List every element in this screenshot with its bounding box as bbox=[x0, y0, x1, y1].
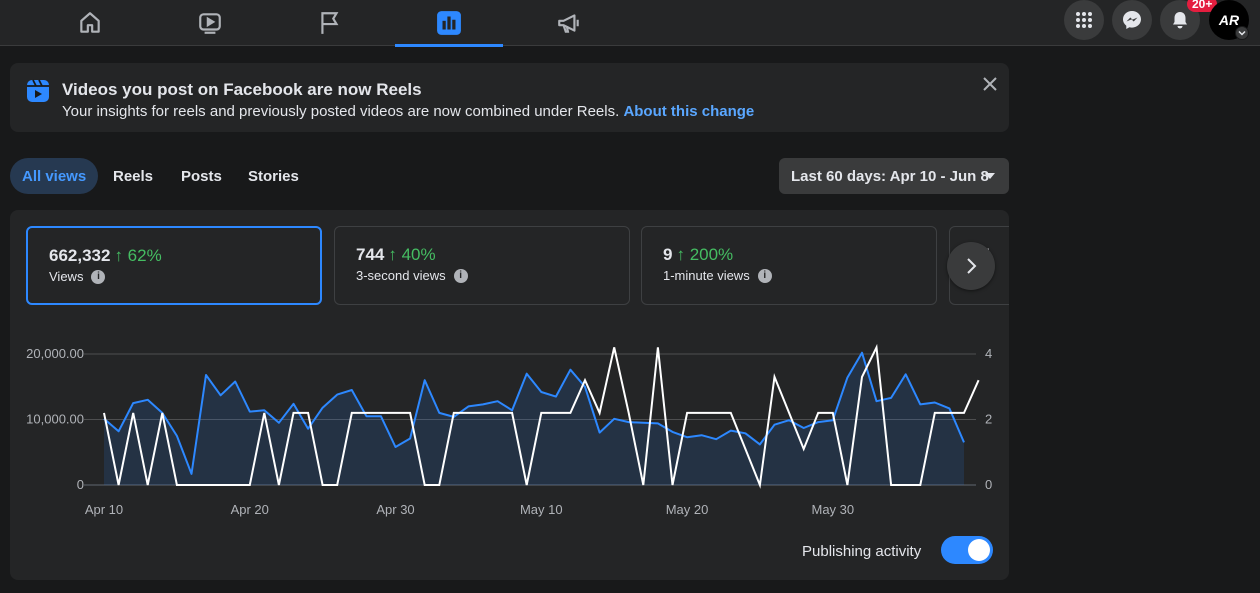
reels-info-banner: Videos you post on Facebook are now Reel… bbox=[10, 63, 1009, 132]
y-right-tick-label: 4 bbox=[985, 346, 992, 361]
nav-ads-tab[interactable] bbox=[515, 0, 623, 46]
publishing-activity-toggle[interactable] bbox=[941, 536, 993, 564]
video-icon bbox=[199, 13, 221, 34]
tab-stories[interactable]: Stories bbox=[236, 158, 311, 194]
insights-icon bbox=[437, 11, 461, 35]
chevron-down-icon bbox=[1238, 30, 1246, 36]
banner-close-button[interactable] bbox=[979, 73, 1001, 95]
top-nav: 20+ AR bbox=[0, 0, 1260, 47]
x-tick-label: Apr 10 bbox=[85, 502, 123, 517]
account-menu-chevron[interactable] bbox=[1235, 26, 1249, 40]
messenger-button[interactable] bbox=[1112, 0, 1152, 40]
banner-description: Your insights for reels and previously p… bbox=[62, 103, 620, 120]
about-this-change-link[interactable]: About this change bbox=[623, 103, 754, 120]
menu-button[interactable] bbox=[1064, 0, 1104, 40]
y-left-tick-label: 10,000.00 bbox=[26, 412, 84, 427]
banner-title: Videos you post on Facebook are now Reel… bbox=[62, 80, 422, 99]
megaphone-icon bbox=[558, 14, 579, 33]
y-right-tick-label: 0 bbox=[985, 477, 992, 492]
x-tick-label: Apr 20 bbox=[231, 502, 269, 517]
y-left-tick-label: 20,000.00 bbox=[26, 346, 84, 361]
date-range-label: Last 60 days: Apr 10 - Jun 8 bbox=[791, 167, 989, 185]
home-icon bbox=[80, 12, 100, 33]
date-range-selector[interactable]: Last 60 days: Apr 10 - Jun 8 bbox=[779, 158, 1009, 194]
close-icon bbox=[983, 77, 997, 91]
grid-menu-icon bbox=[1076, 12, 1092, 28]
x-tick-label: Apr 30 bbox=[376, 502, 414, 517]
y-right-tick-label: 2 bbox=[985, 412, 992, 427]
nav-home-tab[interactable] bbox=[36, 0, 144, 46]
tab-reels[interactable]: Reels bbox=[101, 158, 165, 194]
x-tick-label: May 30 bbox=[811, 502, 854, 517]
insights-panel: 662,332 ↑ 62% Views i 744 ↑ 40% 3-second vi… bbox=[10, 210, 1009, 580]
publishing-activity-label: Publishing activity bbox=[802, 543, 922, 560]
x-tick-label: May 20 bbox=[666, 502, 709, 517]
nav-video-tab[interactable] bbox=[156, 0, 264, 46]
caret-down-icon bbox=[985, 173, 995, 179]
toggle-knob bbox=[968, 539, 990, 561]
banner-text: Your insights for reels and previously p… bbox=[62, 103, 754, 120]
nav-pages-tab[interactable] bbox=[276, 0, 384, 46]
flag-icon bbox=[321, 12, 339, 34]
messenger-icon bbox=[1123, 11, 1141, 29]
reels-icon bbox=[27, 79, 49, 102]
x-tick-label: May 10 bbox=[520, 502, 563, 517]
nav-insights-tab[interactable] bbox=[395, 0, 503, 47]
tab-all-views[interactable]: All views bbox=[10, 158, 99, 194]
views-chart: 0 10,000.00 20,000.00 0 2 4 Apr 10 Apr 20 Apr 30… bbox=[26, 343, 992, 517]
tab-posts[interactable]: Posts bbox=[169, 158, 234, 194]
bell-icon bbox=[1173, 12, 1187, 29]
y-left-tick-label: 0 bbox=[77, 477, 84, 492]
